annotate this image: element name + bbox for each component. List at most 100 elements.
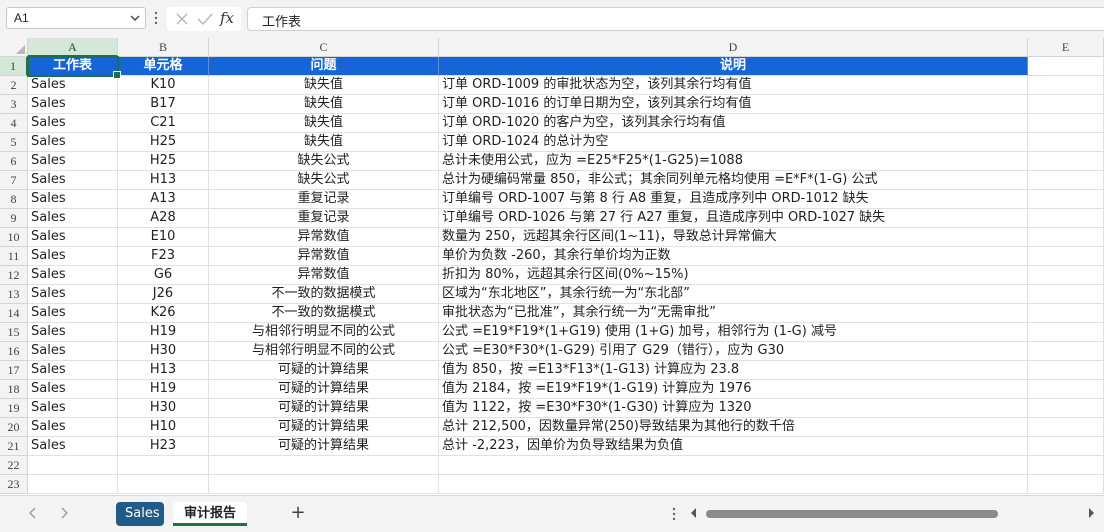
empty-cell[interactable]: [1028, 57, 1104, 76]
cell-issue[interactable]: 可疑的计算结果: [209, 437, 439, 456]
cell-description[interactable]: 总计 -2,223，因单价为负导致结果为负值: [439, 437, 1028, 456]
empty-cell[interactable]: [1028, 152, 1104, 171]
row-header[interactable]: 11: [0, 247, 28, 266]
cell-reference[interactable]: A28: [118, 209, 209, 228]
cell-sheet[interactable]: Sales: [28, 437, 118, 456]
empty-cell[interactable]: [1028, 285, 1104, 304]
cell-reference[interactable]: H19: [118, 380, 209, 399]
cell-issue[interactable]: 与相邻行明显不同的公式: [209, 323, 439, 342]
cell-sheet[interactable]: Sales: [28, 361, 118, 380]
row-header[interactable]: 16: [0, 342, 28, 361]
empty-cell[interactable]: [1028, 114, 1104, 133]
cell-reference[interactable]: B17: [118, 95, 209, 114]
cell-issue[interactable]: 可疑的计算结果: [209, 399, 439, 418]
cell-issue[interactable]: 异常数值: [209, 228, 439, 247]
column-header-b[interactable]: B: [118, 38, 209, 57]
spreadsheet-grid[interactable]: 工作表 单元格 问题 说明 Sales K10 缺失值 订单 ORD-1009 的审批…: [28, 57, 1104, 494]
row-header[interactable]: 20: [0, 418, 28, 437]
row-header[interactable]: 15: [0, 323, 28, 342]
cell-description[interactable]: 订单 ORD-1009 的审批状态为空，该列其余行均有值: [439, 76, 1028, 95]
chevron-left-icon[interactable]: [26, 506, 40, 520]
cell-sheet[interactable]: Sales: [28, 95, 118, 114]
cell-issue[interactable]: 与相邻行明显不同的公式: [209, 342, 439, 361]
cell-description[interactable]: 值为 850，按 =E13*F13*(1-G13) 计算应为 23.8: [439, 361, 1028, 380]
cell-sheet[interactable]: Sales: [28, 171, 118, 190]
cell-reference[interactable]: H10: [118, 418, 209, 437]
cell-issue[interactable]: 可疑的计算结果: [209, 418, 439, 437]
empty-cell[interactable]: [1028, 133, 1104, 152]
empty-cell[interactable]: [1028, 209, 1104, 228]
empty-cell[interactable]: [1028, 380, 1104, 399]
cell-reference[interactable]: C21: [118, 114, 209, 133]
chevron-down-icon[interactable]: [130, 14, 140, 22]
empty-cell[interactable]: [1028, 437, 1104, 456]
cell-issue[interactable]: 异常数值: [209, 266, 439, 285]
empty-cell[interactable]: [439, 456, 1028, 475]
cell-description[interactable]: 审批状态为“已批准”，其余行统一为“无需审批”: [439, 304, 1028, 323]
row-header[interactable]: 5: [0, 133, 28, 152]
cell-description[interactable]: 总计未使用公式，应为 =E25*F25*(1-G25)=1088: [439, 152, 1028, 171]
row-header[interactable]: 2: [0, 76, 28, 95]
row-header[interactable]: 21: [0, 437, 28, 456]
empty-cell[interactable]: [1028, 399, 1104, 418]
formula-input[interactable]: 工作表: [247, 7, 1104, 31]
cell-issue[interactable]: 缺失值: [209, 95, 439, 114]
cell-sheet[interactable]: Sales: [28, 152, 118, 171]
empty-cell[interactable]: [1028, 76, 1104, 95]
row-header[interactable]: 4: [0, 114, 28, 133]
scroll-right-icon[interactable]: [1087, 508, 1095, 518]
cell-issue[interactable]: 重复记录: [209, 209, 439, 228]
empty-cell[interactable]: [1028, 418, 1104, 437]
cell-reference[interactable]: H19: [118, 323, 209, 342]
cell-sheet[interactable]: Sales: [28, 380, 118, 399]
header-cell-sheet[interactable]: 工作表: [28, 57, 118, 76]
header-cell-issue[interactable]: 问题: [209, 57, 439, 76]
cell-issue[interactable]: 缺失值: [209, 76, 439, 95]
row-header[interactable]: 23: [0, 475, 28, 494]
cell-reference[interactable]: H30: [118, 342, 209, 361]
cell-description[interactable]: 单价为负数 -260，其余行单价均为正数: [439, 247, 1028, 266]
cell-sheet[interactable]: Sales: [28, 133, 118, 152]
cell-reference[interactable]: F23: [118, 247, 209, 266]
empty-cell[interactable]: [28, 475, 118, 494]
cell-description[interactable]: 公式 =E19*F19*(1+G19) 使用 (1+G) 加号，相邻行为 (1-…: [439, 323, 1028, 342]
header-cell-cell[interactable]: 单元格: [118, 57, 209, 76]
cell-description[interactable]: 值为 2184，按 =E19*F19*(1-G19) 计算应为 1976: [439, 380, 1028, 399]
empty-cell[interactable]: [209, 456, 439, 475]
row-header[interactable]: 14: [0, 304, 28, 323]
cell-sheet[interactable]: Sales: [28, 342, 118, 361]
empty-cell[interactable]: [1028, 247, 1104, 266]
select-all-corner[interactable]: [0, 38, 28, 57]
empty-cell[interactable]: [1028, 456, 1104, 475]
sheet-tab-sales[interactable]: Sales: [116, 502, 164, 526]
cell-sheet[interactable]: Sales: [28, 76, 118, 95]
name-box[interactable]: A1: [6, 7, 146, 29]
cell-description[interactable]: 订单 ORD-1016 的订单日期为空，该列其余行均有值: [439, 95, 1028, 114]
cell-reference[interactable]: H25: [118, 152, 209, 171]
cell-reference[interactable]: E10: [118, 228, 209, 247]
cell-reference[interactable]: G6: [118, 266, 209, 285]
row-header[interactable]: 6: [0, 152, 28, 171]
cell-sheet[interactable]: Sales: [28, 228, 118, 247]
cell-description[interactable]: 订单 ORD-1024 的总计为空: [439, 133, 1028, 152]
empty-cell[interactable]: [1028, 323, 1104, 342]
row-header[interactable]: 9: [0, 209, 28, 228]
confirm-icon[interactable]: [197, 12, 213, 26]
row-header[interactable]: 18: [0, 380, 28, 399]
cell-reference[interactable]: H25: [118, 133, 209, 152]
cell-issue[interactable]: 缺失公式: [209, 152, 439, 171]
empty-cell[interactable]: [118, 475, 209, 494]
empty-cell[interactable]: [28, 456, 118, 475]
more-options-icon[interactable]: [154, 10, 158, 26]
cell-sheet[interactable]: Sales: [28, 114, 118, 133]
cell-sheet[interactable]: Sales: [28, 418, 118, 437]
empty-cell[interactable]: [1028, 304, 1104, 323]
row-header[interactable]: 22: [0, 456, 28, 475]
sheet-tab-audit-report[interactable]: 审计报告: [173, 502, 247, 526]
empty-cell[interactable]: [1028, 171, 1104, 190]
empty-cell[interactable]: [118, 456, 209, 475]
cell-description[interactable]: 折扣为 80%，远超其余行区间(0%~15%): [439, 266, 1028, 285]
cell-sheet[interactable]: Sales: [28, 266, 118, 285]
chevron-right-icon[interactable]: [57, 506, 71, 520]
horizontal-scrollbar-thumb[interactable]: [706, 510, 998, 518]
